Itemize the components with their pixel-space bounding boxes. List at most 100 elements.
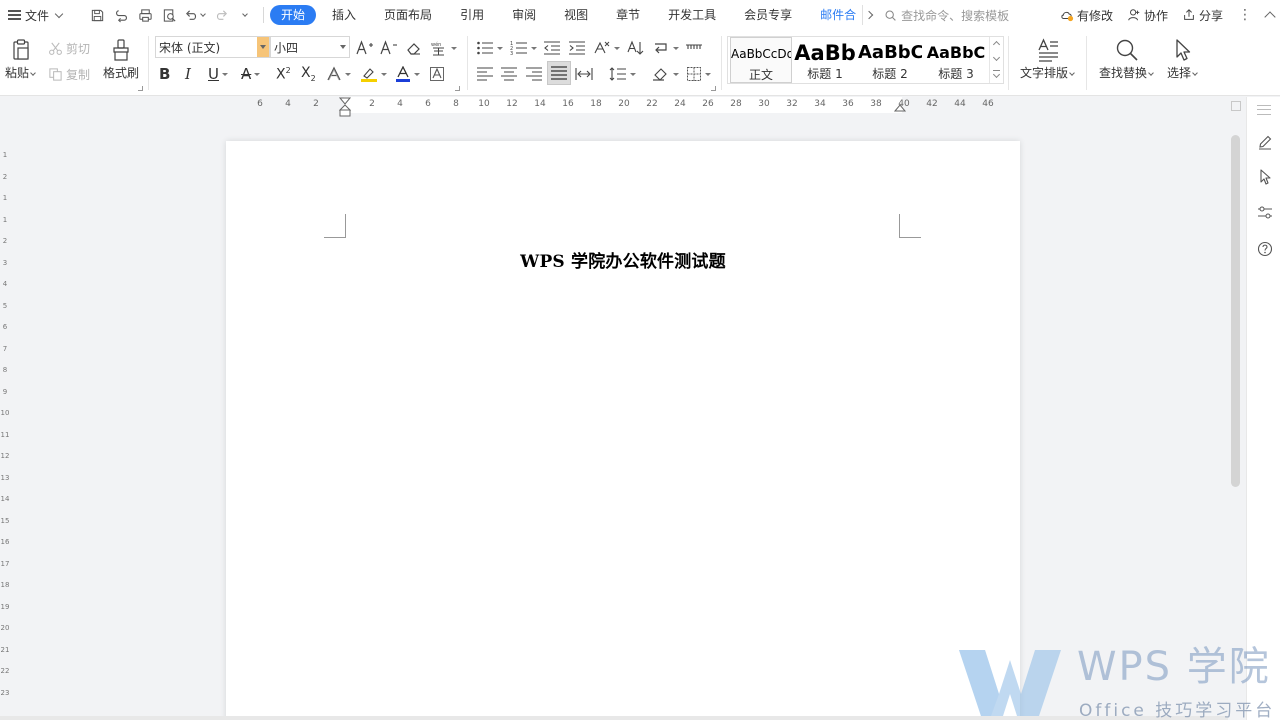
highlight-color-button[interactable] [360,64,387,84]
justify-button[interactable] [547,61,571,85]
more-options-button[interactable]: ⋮ [1230,7,1260,23]
style-heading-3[interactable]: AaBbC 标题 3 [924,37,988,83]
tab-insert[interactable]: 插入 [320,5,368,25]
ruler-number: 12 [506,99,518,109]
undo-button[interactable] [181,3,209,27]
paragraph-group-launcher[interactable] [711,86,716,91]
document-title[interactable]: WPS 学院办公软件测试题 [226,247,1020,272]
redo-icon [216,9,227,20]
sort-button[interactable] [627,38,645,58]
distributed-align-button[interactable] [575,64,593,84]
tab-mail-merge[interactable]: 邮件合 [808,5,858,25]
select-object-button[interactable] [1256,168,1274,186]
borders-button[interactable] [686,64,711,84]
style-heading-1[interactable]: AaBb 标题 1 [794,37,856,83]
style-heading-2[interactable]: AaBbC 标题 2 [858,37,922,83]
italic-button[interactable]: I [185,64,191,84]
chevron-down-icon [199,11,206,17]
style-normal[interactable]: AaBbCcDd 正文 [730,37,792,83]
tab-home[interactable]: 开始 [270,5,317,25]
document-page[interactable]: WPS 学院办公软件测试题 [226,141,1020,720]
eraser-icon [407,43,420,55]
split-view-button[interactable] [1231,101,1241,111]
properties-button[interactable] [1256,204,1274,222]
save-button[interactable] [85,3,109,27]
right-indent-marker[interactable] [894,97,906,113]
line-spacing-button[interactable] [609,64,636,84]
shading-button[interactable] [652,64,679,84]
character-border-button[interactable] [429,64,445,84]
customize-toolbar-button[interactable] [233,3,257,27]
strikethrough-button[interactable]: A [241,64,261,84]
increase-indent-button[interactable] [568,38,586,58]
decrease-indent-button[interactable] [543,38,561,58]
ruler-number: 28 [730,99,742,109]
tab-page-layout[interactable]: 页面布局 [372,5,444,25]
text-layout-label: 文字排版 [1019,66,1068,80]
tab-references[interactable]: 引用 [448,5,496,25]
vertical-ruler-number: 8 [2,366,8,374]
modified-status-button[interactable]: 有修改 [1053,7,1120,24]
text-effect-button[interactable] [326,64,351,84]
ruler-number: 38 [870,99,882,109]
align-right-button[interactable] [525,64,543,84]
copy-button[interactable]: 复制 [48,64,90,84]
vertical-ruler-number: 18 [0,581,10,589]
numbered-list-button[interactable]: 123 [510,38,537,58]
horizontal-ruler[interactable]: 6 4 2 2 4 6 8 10 12 14 16 18 20 22 24 26 28 30 32 34 36 38 40 4… [0,97,1228,117]
edit-pen-button[interactable] [1256,133,1274,151]
print-preview-button[interactable] [157,3,181,27]
table-tools-button[interactable] [685,38,703,58]
tab-review[interactable]: 审阅 [500,5,548,25]
command-search[interactable]: 查找命令、搜索模板 [884,7,1034,24]
font-family-select[interactable]: 宋体 (正文) [155,36,270,58]
scrollbar-thumb[interactable] [1231,135,1240,487]
phonetic-guide-button[interactable]: wén [430,38,457,58]
output-pdf-button[interactable] [109,3,133,27]
first-line-indent-marker[interactable] [339,97,351,117]
styles-scroll[interactable] [989,37,1003,83]
share-button[interactable]: 分享 [1175,7,1230,24]
align-center-button[interactable] [500,64,518,84]
tabs-scroll-right-button[interactable] [862,5,874,25]
select-button[interactable]: 选择 [1162,38,1204,81]
font-color-button[interactable] [395,64,420,84]
tab-view[interactable]: 视图 [552,5,600,25]
bullet-list-button[interactable] [476,38,503,58]
cut-button[interactable]: 剪切 [48,38,90,58]
tab-developer[interactable]: 开发工具 [656,5,728,25]
shrink-font-button[interactable] [380,38,398,58]
underline-button[interactable]: U [208,64,228,84]
format-painter-button[interactable]: 格式刷 [100,38,142,81]
grow-font-button[interactable] [356,38,374,58]
clipboard-group-launcher[interactable] [138,86,143,91]
styles-gallery: AaBbCcDd 正文 AaBb 标题 1 AaBbC 标题 2 AaBbC 标… [727,36,1004,84]
superscript-button[interactable]: X2 [276,64,291,84]
clear-formatting-button[interactable] [406,38,422,58]
sidebar-menu-icon[interactable] [1257,105,1271,115]
vertical-scrollbar[interactable] [1228,97,1244,720]
collapse-ribbon-button[interactable] [1260,9,1280,21]
font-group-launcher[interactable] [455,86,460,91]
paste-button[interactable]: 粘贴 [4,38,38,81]
print-button[interactable] [133,3,157,27]
vertical-ruler[interactable]: 1 2 1 1 2 3 4 5 6 7 8 9 10 11 12 13 14 15 16 17 18 19 20 21 22 23 [0,115,10,720]
copy-label: 复制 [66,67,91,82]
align-left-button[interactable] [476,64,494,84]
redo-button[interactable] [209,3,233,27]
search-icon [885,10,896,21]
menu-bar: 文件 开始 插入 页面布局 引用 审阅 视图 章节 开发工具 会员专享 邮件合 … [0,0,1280,30]
ruler-number: 34 [814,99,826,109]
tab-chapter[interactable]: 章节 [604,5,652,25]
bold-button[interactable]: B [159,64,170,84]
find-replace-button[interactable]: 查找替换 [1096,38,1158,81]
font-size-select[interactable]: 小四 [270,36,350,58]
chinese-layout-button[interactable] [593,38,620,58]
help-button[interactable] [1256,240,1274,258]
file-menu[interactable]: 文件 [0,0,73,30]
text-layout-button[interactable]: 文字排版 [1017,38,1079,81]
show-hide-marks-button[interactable] [652,38,679,58]
collaborate-button[interactable]: 协作 [1120,7,1175,24]
tab-member[interactable]: 会员专享 [732,5,804,25]
subscript-button[interactable]: X2 [301,64,316,84]
